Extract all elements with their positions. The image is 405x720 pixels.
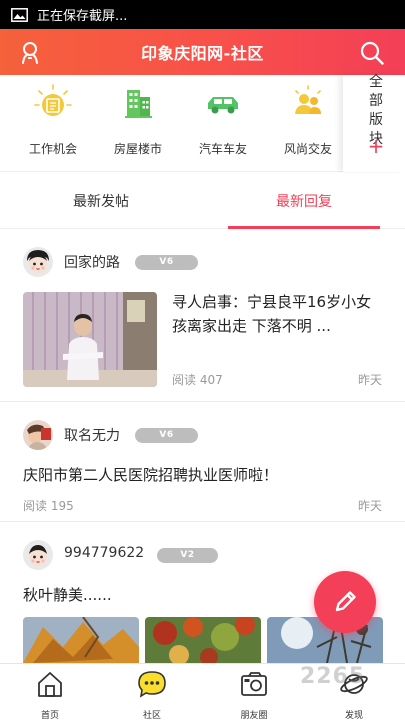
moments-icon: [241, 672, 267, 696]
read-count: 阅读 407: [172, 373, 223, 387]
home-icon: [38, 672, 62, 697]
read-count: 阅读 195: [23, 499, 74, 513]
post-thumbnail[interactable]: [23, 292, 157, 387]
job-icon: [34, 84, 72, 116]
level-badge: V6: [135, 255, 198, 270]
category-car[interactable]: 汽车车友: [183, 83, 263, 157]
tab-latest-replies[interactable]: 最新回复: [203, 173, 405, 229]
tab-latest-posts[interactable]: 最新发帖: [0, 173, 202, 229]
nav-home[interactable]: 首页: [20, 670, 80, 720]
all-sections-button[interactable]: 全部版块 +: [343, 74, 405, 172]
status-text: 正在保存截屏...: [37, 9, 128, 24]
nav-label: 社区: [142, 711, 161, 720]
category-label: 工作机会: [28, 142, 77, 156]
post-time: 昨天: [357, 499, 382, 513]
post-image[interactable]: [23, 617, 139, 663]
avatar[interactable]: [23, 540, 53, 570]
category-label: 房屋楼市: [113, 142, 162, 156]
avatar[interactable]: [23, 420, 53, 450]
category-row: 工作机会 房屋楼市 汽车车友 风尚交友 全部版块 +: [0, 74, 405, 172]
nav-label: 发现: [344, 711, 363, 720]
post-title[interactable]: 庆阳市第二人民医院招聘执业医师啦！: [23, 463, 383, 487]
category-friends[interactable]: 风尚交友: [268, 83, 348, 157]
post-item[interactable]: 取名无力 V6 庆阳市第二人民医院招聘执业医师啦！ 阅读 195 昨天: [0, 403, 405, 522]
level-badge: V2: [157, 548, 218, 563]
user-icon[interactable]: [17, 40, 43, 66]
post-item[interactable]: 回家的路 V6 寻人启事：宁县良平16岁小女孩离家出走 下落不明 ... 阅读 …: [0, 230, 405, 402]
building-icon: [125, 90, 152, 118]
friends-icon: [295, 85, 321, 114]
community-icon: [138, 671, 166, 698]
search-icon[interactable]: [359, 40, 385, 66]
post-author[interactable]: 回家的路: [64, 252, 120, 272]
post-author[interactable]: 994779622: [64, 545, 144, 561]
image-icon: [11, 7, 28, 22]
post-time: 昨天: [357, 373, 382, 387]
category-label: 汽车车友: [198, 142, 247, 156]
post-title[interactable]: 寻人启事：宁县良平16岁小女孩离家出走 下落不明 ...: [172, 290, 384, 338]
pencil-icon: [335, 591, 356, 612]
watermark: 2265: [300, 664, 366, 689]
nav-moments[interactable]: 朋友圈: [224, 670, 284, 720]
compose-button[interactable]: [314, 571, 376, 633]
page-title: 印象庆阳网-社区: [141, 44, 264, 63]
nav-community[interactable]: 社区: [122, 670, 182, 720]
status-bar: 正在保存截屏...: [0, 0, 405, 29]
post-author[interactable]: 取名无力: [64, 425, 120, 445]
category-job[interactable]: 工作机会: [13, 83, 93, 157]
app-header: 印象庆阳网-社区: [0, 29, 405, 75]
category-label: 风尚交友: [283, 142, 332, 156]
post-image[interactable]: [145, 617, 261, 663]
nav-label: 朋友圈: [240, 711, 268, 720]
category-housing[interactable]: 房屋楼市: [98, 83, 178, 157]
app-screen: 正在保存截屏... 印象庆阳网-社区 工作机会 房屋楼市 汽车车友 风尚交友 全…: [0, 0, 405, 720]
nav-label: 首页: [40, 711, 59, 720]
tab-bar: 最新发帖 最新回复: [0, 173, 405, 229]
plus-icon: +: [367, 134, 385, 158]
car-icon: [208, 97, 238, 114]
avatar[interactable]: [23, 247, 53, 277]
level-badge: V6: [135, 428, 198, 443]
